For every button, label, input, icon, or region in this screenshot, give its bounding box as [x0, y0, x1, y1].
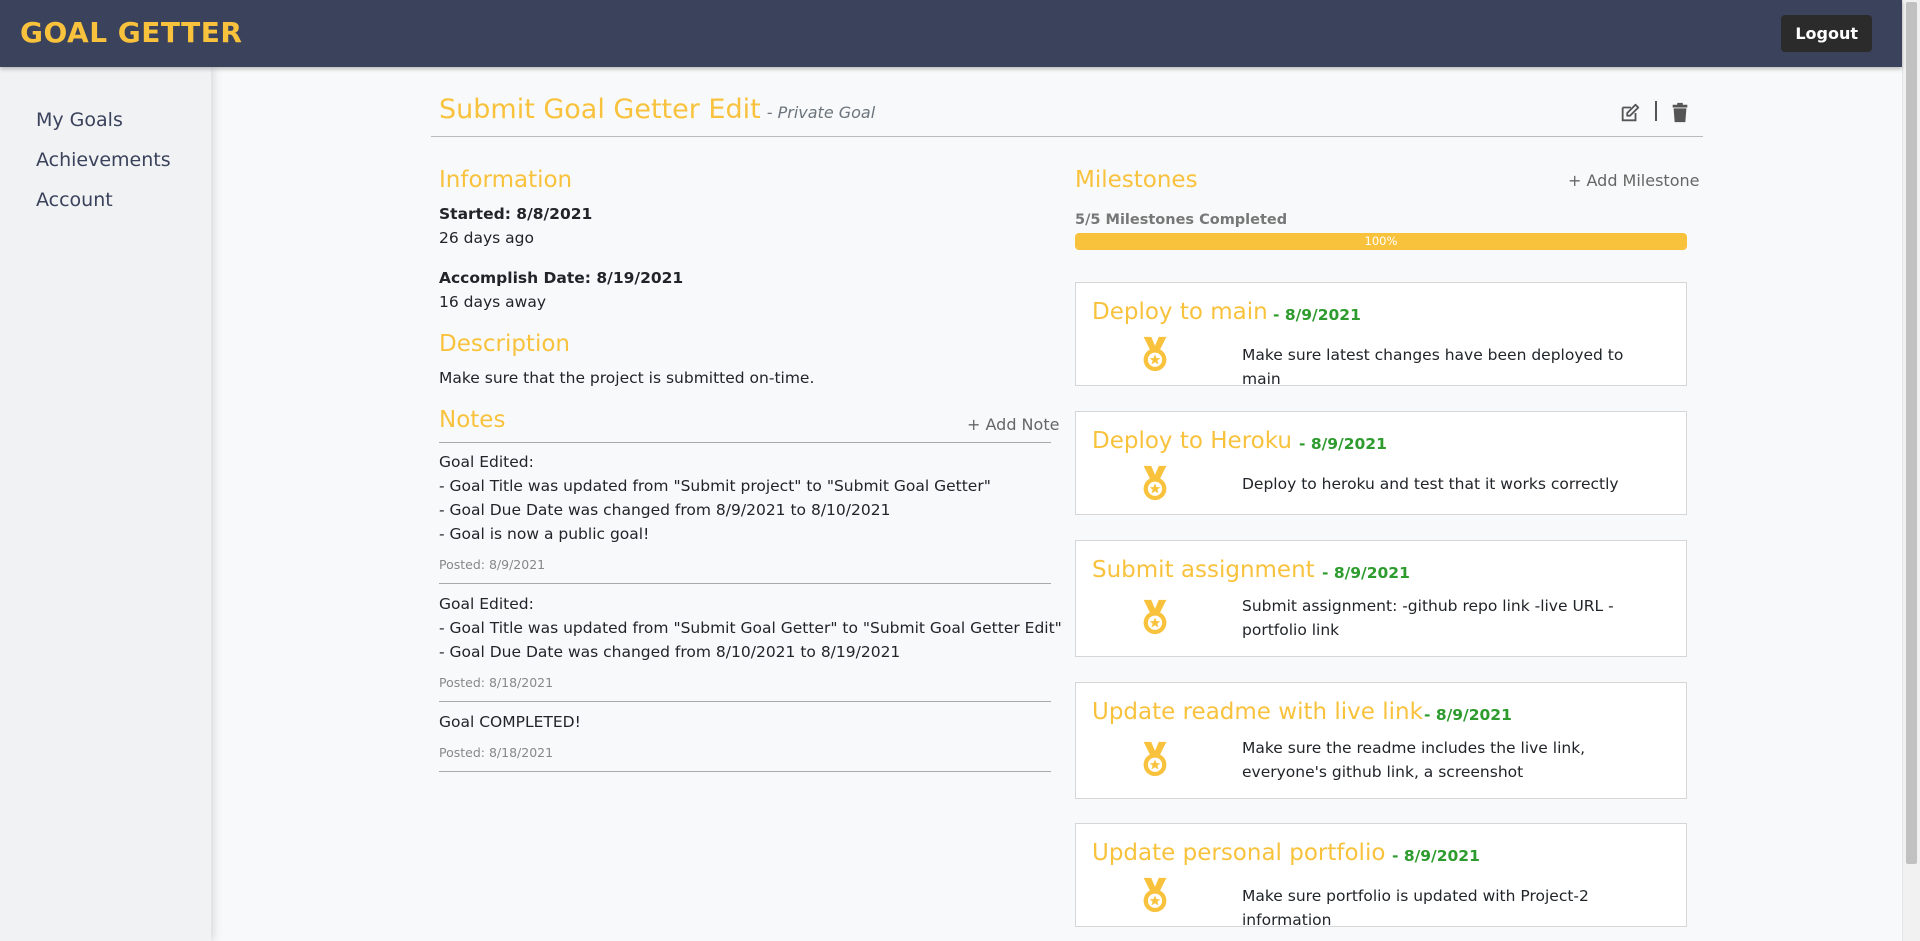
goal-privacy: - Private Goal: [766, 103, 876, 122]
milestone-card: Update readme with live link - 8/9/2021 …: [1075, 682, 1687, 799]
milestone-date: - 8/9/2021: [1392, 847, 1480, 865]
medal-icon: [1143, 741, 1167, 777]
milestone-description: Submit assignment: -github repo link -li…: [1242, 597, 1614, 639]
goal-title: Submit Goal Getter Edit: [439, 94, 761, 125]
add-note-button[interactable]: + Add Note: [967, 415, 1059, 434]
trash-icon[interactable]: [1669, 102, 1691, 124]
milestone-date: - 8/9/2021: [1299, 435, 1387, 453]
milestone-date: - 8/9/2021: [1424, 706, 1512, 724]
milestone-card: Deploy to main - 8/9/2021 Make sure late…: [1075, 282, 1687, 388]
milestone-date: - 8/9/2021: [1322, 564, 1410, 582]
information-heading: Information: [439, 167, 573, 193]
milestone-card: Update personal portfolio - 8/9/2021 Mak…: [1075, 823, 1687, 929]
accomplish-date: Accomplish Date: 8/19/2021: [439, 269, 684, 287]
sidebar-item-account[interactable]: Account: [36, 189, 113, 211]
started-relative: 26 days ago: [439, 229, 534, 247]
note-1-line-3: - Goal Due Date was changed from 8/9/202…: [439, 501, 891, 519]
note-1-line-1: Goal Edited:: [439, 453, 534, 471]
sidebar-item-my-goals[interactable]: My Goals: [36, 109, 123, 131]
description-text: Make sure that the project is submitted …: [439, 369, 815, 387]
accomplish-relative: 16 days away: [439, 293, 547, 311]
sidebar-item-achievements[interactable]: Achievements: [36, 149, 171, 171]
notes-heading: Notes: [439, 407, 506, 433]
page-scrollbar[interactable]: [1902, 0, 1920, 941]
note-2-posted: Posted: 8/18/2021: [439, 675, 554, 690]
milestone-description: Make sure latest changes have been deplo…: [1242, 346, 1624, 388]
add-milestone-button[interactable]: + Add Milestone: [1568, 171, 1699, 190]
milestone-title: Update readme with live link: [1092, 699, 1423, 725]
logout-button[interactable]: Logout: [1781, 15, 1872, 52]
milestones-progress: 100%: [1075, 233, 1687, 250]
note-2-line-1: Goal Edited:: [439, 595, 534, 613]
milestone-description: Make sure portfolio is updated with Proj…: [1242, 887, 1589, 929]
milestone-title: Deploy to Heroku: [1092, 428, 1292, 454]
note-2-line-2: - Goal Title was updated from "Submit Go…: [439, 619, 1062, 637]
milestones-heading: Milestones: [1075, 167, 1198, 193]
milestone-card: Deploy to Heroku - 8/9/2021 Deploy to he…: [1075, 411, 1687, 515]
edit-icon[interactable]: [1619, 102, 1641, 124]
note-divider: [439, 701, 1051, 702]
milestone-title: Deploy to main: [1092, 299, 1268, 325]
page-title: Submit Goal Getter Edit - Private Goal: [439, 94, 875, 125]
sidebar: My Goals Achievements Account: [0, 67, 211, 941]
milestone-date: - 8/9/2021: [1273, 306, 1361, 324]
milestone-title: Submit assignment: [1092, 557, 1315, 583]
notes-divider: [439, 442, 1051, 443]
note-3-posted: Posted: 8/18/2021: [439, 745, 554, 760]
medal-icon: [1143, 465, 1167, 501]
header-divider: [431, 136, 1703, 137]
note-2-line-3: - Goal Due Date was changed from 8/10/20…: [439, 643, 901, 661]
note-3-line-1: Goal COMPLETED!: [439, 713, 581, 731]
description-heading: Description: [439, 331, 570, 357]
milestone-card: Submit assignment - 8/9/2021 Submit assi…: [1075, 540, 1687, 657]
note-divider: [439, 583, 1051, 584]
medal-icon: [1143, 336, 1167, 372]
scrollbar-thumb[interactable]: [1906, 2, 1917, 864]
note-1-line-4: - Goal is now a public goal!: [439, 525, 650, 543]
note-1-line-2: - Goal Title was updated from "Submit pr…: [439, 477, 991, 495]
medal-icon: [1143, 599, 1167, 635]
started-date: Started: 8/8/2021: [439, 205, 593, 223]
icon-separator: [1655, 101, 1657, 121]
top-navbar: GOAL GETTER Logout: [0, 0, 1902, 67]
progress-bar-fill: 100%: [1075, 233, 1687, 250]
note-1-posted: Posted: 8/9/2021: [439, 557, 546, 572]
milestone-description: Make sure the readme includes the live l…: [1242, 739, 1586, 781]
note-divider: [439, 771, 1051, 772]
brand-logo[interactable]: GOAL GETTER: [20, 16, 242, 49]
milestone-description: Deploy to heroku and test that it works …: [1242, 475, 1619, 493]
milestone-title: Update personal portfolio: [1092, 840, 1386, 866]
medal-icon: [1143, 877, 1167, 913]
milestones-completed-text: 5/5 Milestones Completed: [1075, 212, 1288, 228]
